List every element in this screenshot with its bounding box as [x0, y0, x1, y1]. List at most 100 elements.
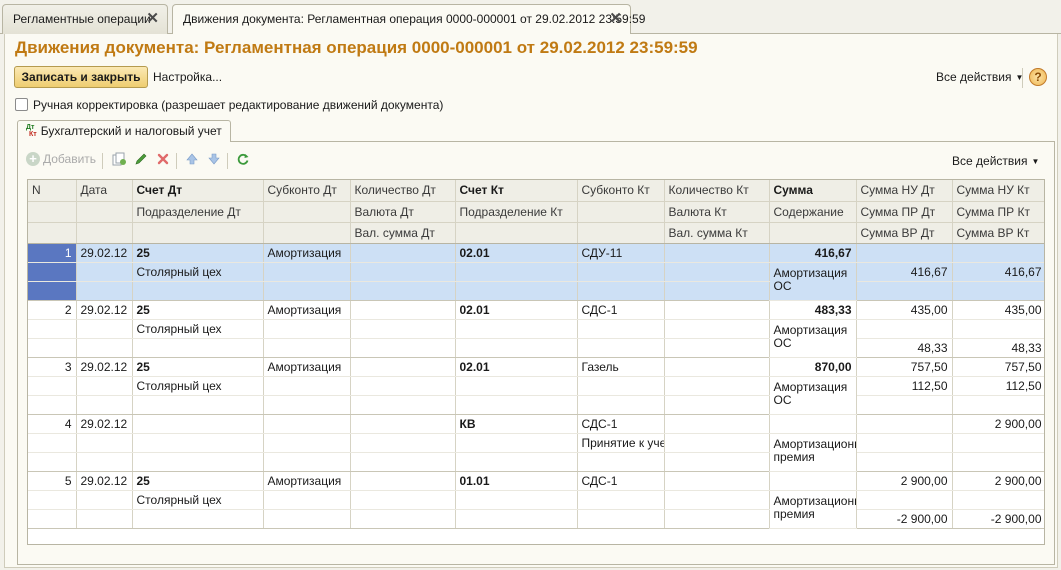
table-cell[interactable]: [664, 338, 770, 358]
table-cell[interactable]: 483,33: [769, 300, 857, 320]
table-row[interactable]: [28, 395, 1044, 415]
table-cell[interactable]: [76, 319, 133, 339]
table-row[interactable]: Столярный цех Амортизация ОС 416,67 416,67: [28, 262, 1044, 301]
table-cell[interactable]: [132, 433, 264, 453]
table-row[interactable]: [28, 281, 1044, 301]
table-cell[interactable]: [263, 490, 351, 510]
table-cell[interactable]: [664, 262, 770, 282]
table-cell[interactable]: [28, 281, 77, 301]
table-cell[interactable]: [577, 338, 665, 358]
table-cell[interactable]: [856, 452, 953, 472]
table-cell[interactable]: [455, 376, 578, 396]
table-cell[interactable]: [577, 319, 665, 339]
table-cell[interactable]: [577, 262, 665, 282]
column-header[interactable]: Подразделение Дт: [132, 201, 264, 223]
table-row[interactable]: 1 29.02.12 25 Амортизация 02.01 СДУ-11 416,67: [28, 243, 1044, 263]
column-header[interactable]: Сумма НУ Кт: [952, 180, 1044, 202]
column-header[interactable]: Сумма ВР Дт: [856, 222, 953, 244]
table-cell[interactable]: 416,67: [952, 262, 1044, 282]
table-cell[interactable]: 48,33: [856, 338, 953, 358]
column-header[interactable]: Сумма ВР Кт: [952, 222, 1044, 244]
table-cell[interactable]: [132, 395, 264, 415]
table-cell[interactable]: [455, 281, 578, 301]
table-cell[interactable]: [350, 243, 456, 263]
table-cell[interactable]: Амортизация ОС: [769, 262, 857, 301]
table-cell[interactable]: [350, 433, 456, 453]
column-header[interactable]: Валюта Кт: [664, 201, 770, 223]
table-row[interactable]: Принятие к учет Амортизационн премия: [28, 433, 1044, 472]
table-cell[interactable]: [856, 490, 953, 510]
tab-accounting[interactable]: Дт Кт Бухгалтерский и налоговый учет: [17, 120, 231, 142]
table-cell[interactable]: [132, 338, 264, 358]
table-cell[interactable]: [856, 414, 953, 434]
table-cell[interactable]: [664, 471, 770, 491]
refresh-icon[interactable]: [234, 152, 252, 170]
table-cell[interactable]: [856, 433, 953, 453]
table-cell[interactable]: СДУ-11: [577, 243, 665, 263]
table-cell[interactable]: 2 900,00: [952, 414, 1044, 434]
table-cell[interactable]: [76, 338, 133, 358]
table-cell[interactable]: [856, 281, 953, 301]
column-header[interactable]: Дата: [76, 180, 133, 202]
table-cell[interactable]: 416,67: [769, 243, 857, 263]
table-cell[interactable]: [455, 338, 578, 358]
column-header[interactable]: Количество Кт: [664, 180, 770, 202]
manual-edit-checkbox[interactable]: [15, 98, 28, 111]
table-cell[interactable]: СДС-1: [577, 414, 665, 434]
table-cell[interactable]: [577, 395, 665, 415]
table-cell[interactable]: [28, 338, 77, 358]
column-header[interactable]: [76, 222, 133, 244]
save-and-close-button[interactable]: Записать и закрыть: [14, 66, 148, 88]
table-cell[interactable]: [664, 281, 770, 301]
table-cell[interactable]: 4: [28, 414, 77, 434]
table-cell[interactable]: Амортизация ОС: [769, 376, 857, 415]
table-row[interactable]: 2 29.02.12 25 Амортизация 02.01 СДС-1 483,33 43…: [28, 300, 1044, 320]
table-row[interactable]: 48,33 48,33: [28, 338, 1044, 358]
table-cell[interactable]: [76, 433, 133, 453]
table-cell[interactable]: [350, 471, 456, 491]
movements-grid[interactable]: N Дата Счет Дт Субконто Дт Количество Дт Счет…: [27, 179, 1045, 545]
table-cell[interactable]: [856, 395, 953, 415]
column-header[interactable]: Сумма ПР Дт: [856, 201, 953, 223]
table-cell[interactable]: [76, 376, 133, 396]
table-cell[interactable]: СДС-1: [577, 471, 665, 491]
table-cell[interactable]: [132, 509, 264, 529]
tab-document-movements[interactable]: Движения документа: Регламентная операци…: [172, 4, 645, 35]
table-cell[interactable]: 1: [28, 243, 77, 263]
table-cell[interactable]: [28, 490, 77, 510]
table-cell[interactable]: 25: [132, 243, 264, 263]
table-cell[interactable]: [350, 281, 456, 301]
column-header[interactable]: Сумма: [769, 180, 857, 202]
table-cell[interactable]: Газель: [577, 357, 665, 377]
column-header[interactable]: N: [28, 180, 77, 202]
column-header[interactable]: [132, 222, 264, 244]
table-row[interactable]: 3 29.02.12 25 Амортизация 02.01 Газель 870,00 7…: [28, 357, 1044, 377]
table-cell[interactable]: 2 900,00: [856, 471, 953, 491]
table-cell[interactable]: Амортизационн премия: [769, 433, 857, 472]
column-header[interactable]: Содержание: [769, 201, 857, 223]
table-cell[interactable]: [952, 243, 1044, 263]
column-header[interactable]: [28, 222, 77, 244]
table-row[interactable]: 5 29.02.12 25 Амортизация 01.01 СДС-1 2 900,00…: [28, 471, 1044, 491]
table-cell[interactable]: Принятие к учет: [577, 433, 665, 453]
add-button[interactable]: + Добавить: [26, 152, 96, 166]
column-header[interactable]: Сумма НУ Дт: [856, 180, 953, 202]
table-cell[interactable]: [350, 452, 456, 472]
table-cell[interactable]: [952, 433, 1044, 453]
table-cell[interactable]: [769, 414, 857, 434]
table-cell[interactable]: 870,00: [769, 357, 857, 377]
table-cell[interactable]: [577, 281, 665, 301]
table-cell[interactable]: [577, 376, 665, 396]
column-header[interactable]: [455, 222, 578, 244]
copy-icon[interactable]: [110, 152, 128, 170]
table-cell[interactable]: [28, 319, 77, 339]
table-cell[interactable]: [455, 395, 578, 415]
table-cell[interactable]: [76, 262, 133, 282]
table-cell[interactable]: [455, 319, 578, 339]
table-cell[interactable]: [28, 262, 77, 282]
manual-edit-row[interactable]: Ручная корректировка (разрешает редактир…: [15, 98, 443, 112]
table-cell[interactable]: [76, 395, 133, 415]
table-cell[interactable]: 02.01: [455, 300, 578, 320]
table-cell[interactable]: [350, 319, 456, 339]
table-cell[interactable]: [664, 490, 770, 510]
